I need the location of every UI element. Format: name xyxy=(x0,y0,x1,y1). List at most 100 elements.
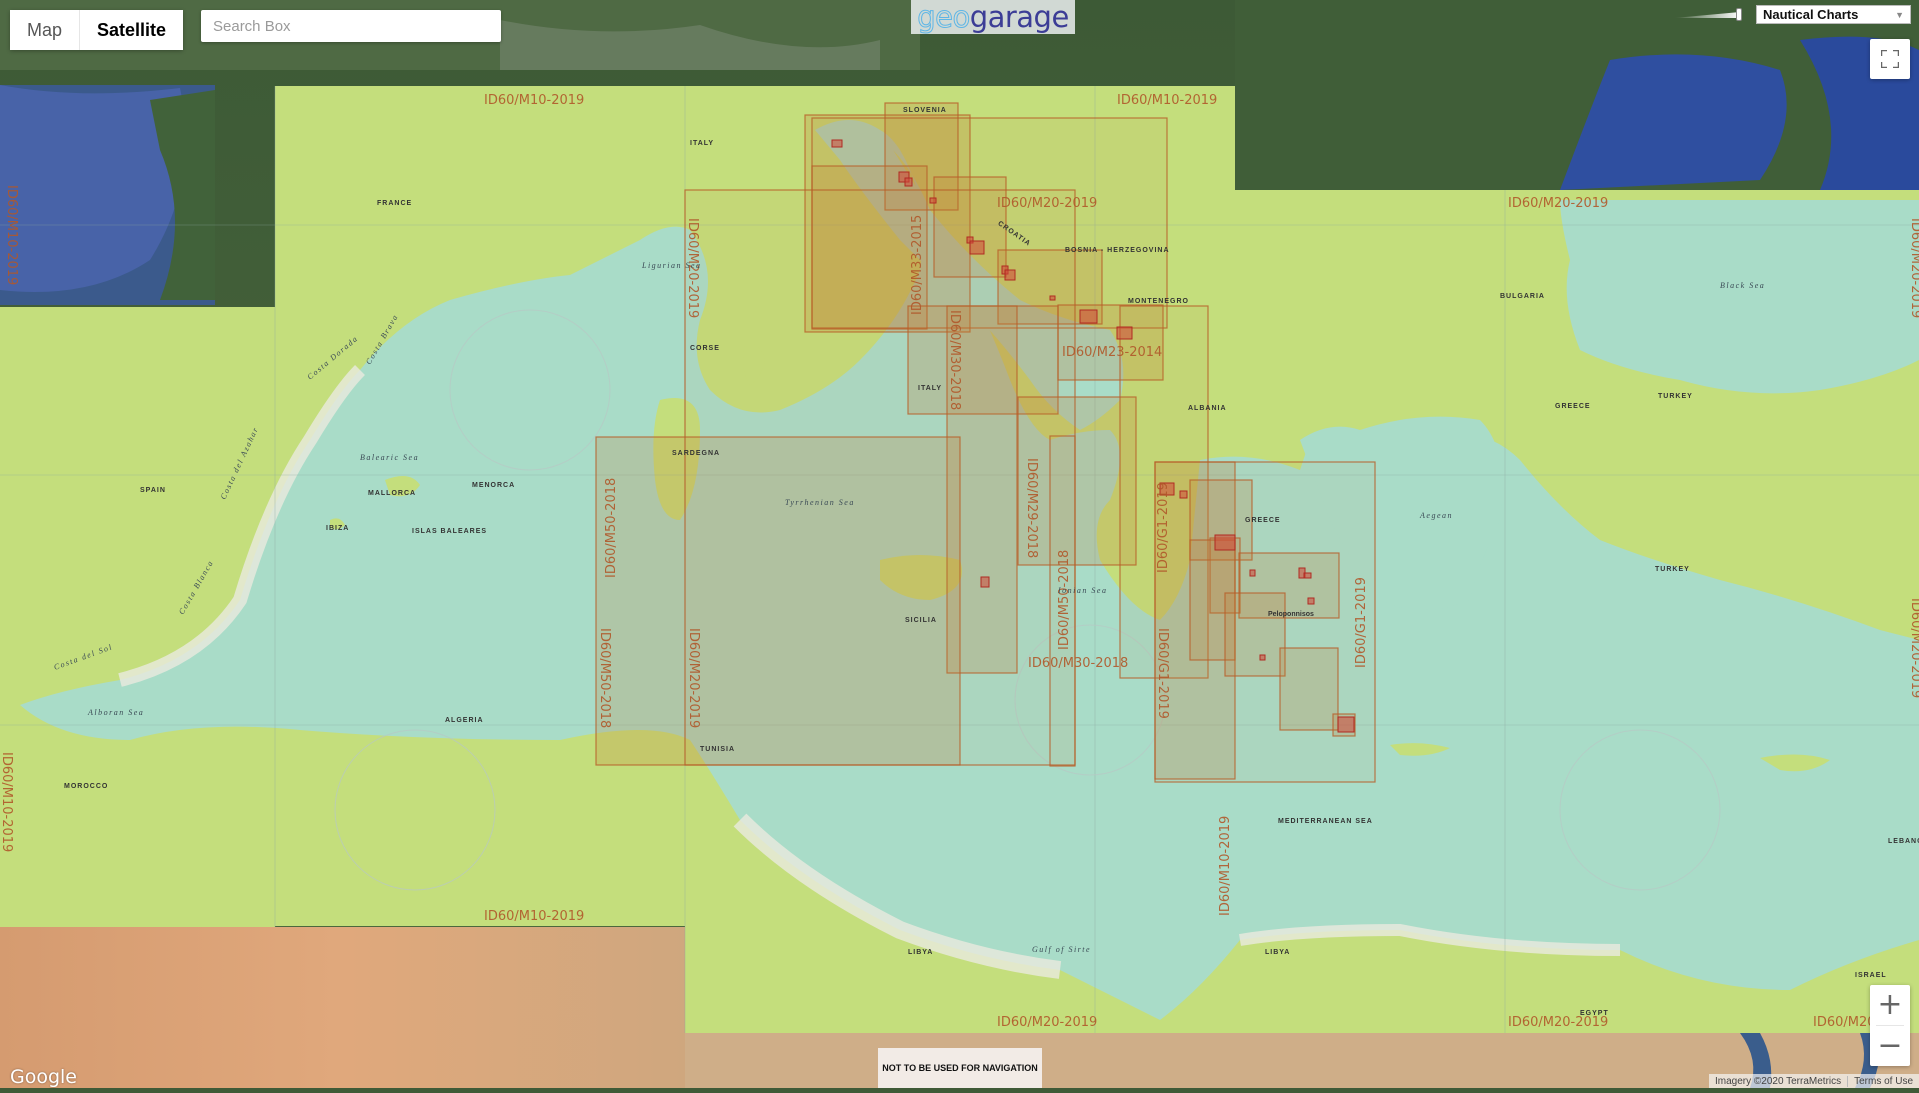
imagery-credit: Imagery ©2020 TerraMetrics xyxy=(1715,1075,1842,1087)
harbour-plan-rect[interactable] xyxy=(969,240,985,255)
zoom-out-button[interactable]: − xyxy=(1870,1026,1910,1066)
place-label: BOSNIA - HERZEGOVINA xyxy=(1065,247,1170,254)
chart-label: ID60/M20 xyxy=(1813,1015,1876,1030)
chart-label: ID60/M20-2019 xyxy=(1908,218,1919,318)
harbour-plan-rect[interactable] xyxy=(1249,569,1256,577)
place-label: Alboran Sea xyxy=(87,708,144,717)
chart-label: ID60/M50-2018 xyxy=(604,478,619,578)
chart-label: ID60/M20-2019 xyxy=(997,196,1097,211)
chart-label: ID60/M10-2019 xyxy=(1218,816,1233,916)
chart-label: ID60/M20-2019 xyxy=(1908,598,1919,698)
place-label: MOROCCO xyxy=(64,783,108,790)
harbour-plan-rect[interactable] xyxy=(1116,326,1133,340)
opacity-slider-handle[interactable] xyxy=(1736,8,1742,21)
harbour-plan-rect[interactable] xyxy=(1049,295,1056,301)
harbour-plan-rect[interactable] xyxy=(980,576,990,588)
zoom-in-button[interactable]: + xyxy=(1870,985,1910,1025)
zoom-control: + − xyxy=(1870,985,1910,1066)
chart-label: ID60/M50-2018 xyxy=(1057,550,1072,650)
place-label: FRANCE xyxy=(377,200,412,207)
place-label: GREECE xyxy=(1555,403,1591,410)
harbour-plan-rect[interactable] xyxy=(1214,534,1236,551)
chart-label: ID60/M20-2019 xyxy=(1508,1015,1608,1030)
place-label: SPAIN xyxy=(140,487,166,494)
chart-label: ID60/M33-2015 xyxy=(910,215,925,315)
chart-label: ID60/M20-2019 xyxy=(1508,196,1608,211)
chart-label: ID60/G1-2019 xyxy=(1155,628,1170,719)
chart-layer-select[interactable]: Nautical Charts ▼ xyxy=(1756,5,1911,24)
place-label: Balearic Sea xyxy=(360,453,419,462)
chart-label: ID60/M10-2019 xyxy=(4,185,19,285)
geogarage-logo[interactable]: geo garage xyxy=(911,0,1075,35)
map-type-control: Map Satellite xyxy=(10,10,184,50)
place-label: CORSE xyxy=(690,345,720,352)
place-label: LEBANON xyxy=(1888,838,1919,845)
place-label: Peloponnisos xyxy=(1268,611,1314,618)
chart-layer-selected: Nautical Charts xyxy=(1763,7,1859,22)
place-label: Black Sea xyxy=(1720,281,1765,290)
chart-label: ID60/M23-2014 xyxy=(1062,345,1162,360)
place-label: Aegean xyxy=(1419,511,1453,520)
place-label: ITALY xyxy=(918,385,942,392)
chart-label: ID60/M20-2019 xyxy=(997,1015,1097,1030)
map-svg[interactable]: ID60/M10-2019 ID60/M10-2019 ID60/M10-201… xyxy=(0,0,1919,1088)
map-type-map-button[interactable]: Map xyxy=(10,10,80,50)
place-label: IBIZA xyxy=(326,525,349,532)
navigation-disclaimer: NOT TO BE USED FOR NAVIGATION xyxy=(878,1048,1042,1088)
place-label: TURKEY xyxy=(1658,393,1693,400)
place-label: ISRAEL xyxy=(1855,972,1887,979)
harbour-plan-rect[interactable] xyxy=(929,197,937,204)
logo-text-garage: garage xyxy=(969,0,1070,34)
place-label: SLOVENIA xyxy=(903,107,947,114)
search-input[interactable] xyxy=(201,10,501,42)
chart-label: ID60/M29-2018 xyxy=(1024,458,1039,558)
place-label: TURKEY xyxy=(1655,566,1690,573)
chart-label: ID60/G1-2019 xyxy=(1354,577,1369,668)
chart-rect-m20-tunisia[interactable] xyxy=(684,189,1076,766)
harbour-plan-rect[interactable] xyxy=(1179,490,1188,499)
google-logo[interactable]: Google xyxy=(10,1066,77,1088)
harbour-plan-rect[interactable] xyxy=(1004,269,1016,281)
chart-label: ID60/M50-2018 xyxy=(597,628,612,728)
chart-label: ID60/M20-2019 xyxy=(686,628,701,728)
map-attribution: Imagery ©2020 TerraMetrics Terms of Use xyxy=(1709,1074,1919,1088)
place-label: SICILIA xyxy=(905,617,937,624)
harbour-plan-rect[interactable] xyxy=(831,139,843,148)
chart-label: ID60/G1-2019 xyxy=(1156,482,1171,573)
place-label: MENORCA xyxy=(472,482,515,489)
place-label: MONTENEGRO xyxy=(1128,298,1189,305)
place-label: ALBANIA xyxy=(1188,405,1227,412)
map-type-satellite-button[interactable]: Satellite xyxy=(79,10,184,50)
place-label: LIBYA xyxy=(1265,949,1290,956)
place-label: ISLAS BALEARES xyxy=(412,528,487,535)
place-label: SARDEGNA xyxy=(672,450,720,457)
place-label: Ionian Sea xyxy=(1057,586,1107,595)
harbour-plan-rect[interactable] xyxy=(1259,654,1266,661)
place-label: MEDITERRANEAN SEA xyxy=(1278,818,1373,825)
fullscreen-button[interactable] xyxy=(1870,39,1910,79)
terms-of-use-link[interactable]: Terms of Use xyxy=(1847,1075,1919,1087)
place-label: ALGERIA xyxy=(445,717,484,724)
place-label: GREECE xyxy=(1245,517,1281,524)
chart-label: ID60/M10-2019 xyxy=(1117,93,1217,108)
place-label: Ligurian Sea xyxy=(641,261,702,270)
chart-label: ID60/M10-2019 xyxy=(0,752,14,852)
opacity-slider-track[interactable] xyxy=(1674,12,1740,18)
place-label: MALLORCA xyxy=(368,490,416,497)
chart-rect-s-pelop[interactable] xyxy=(1279,647,1339,731)
place-label: LIBYA xyxy=(908,949,933,956)
harbour-plan-rect[interactable] xyxy=(1303,572,1312,579)
place-label: Gulf of Sirte xyxy=(1032,945,1091,954)
chart-label: ID60/M30-2018 xyxy=(1028,656,1128,671)
harbour-plan-rect[interactable] xyxy=(1307,597,1315,605)
chart-label: ID60/M10-2019 xyxy=(484,93,584,108)
place-label: EGYPT xyxy=(1580,1010,1609,1017)
harbour-plan-rect[interactable] xyxy=(1337,716,1355,733)
harbour-plan-rect[interactable] xyxy=(1079,309,1098,324)
map-canvas[interactable]: ID60/M10-2019 ID60/M10-2019 ID60/M10-201… xyxy=(0,0,1919,1088)
fullscreen-icon xyxy=(1881,50,1899,68)
harbour-plan-rect[interactable] xyxy=(904,177,913,187)
chart-rect-peloponnisos[interactable] xyxy=(1224,592,1286,677)
opacity-slider[interactable] xyxy=(1674,8,1742,22)
chart-label: ID60/M30-2018 xyxy=(947,310,962,410)
